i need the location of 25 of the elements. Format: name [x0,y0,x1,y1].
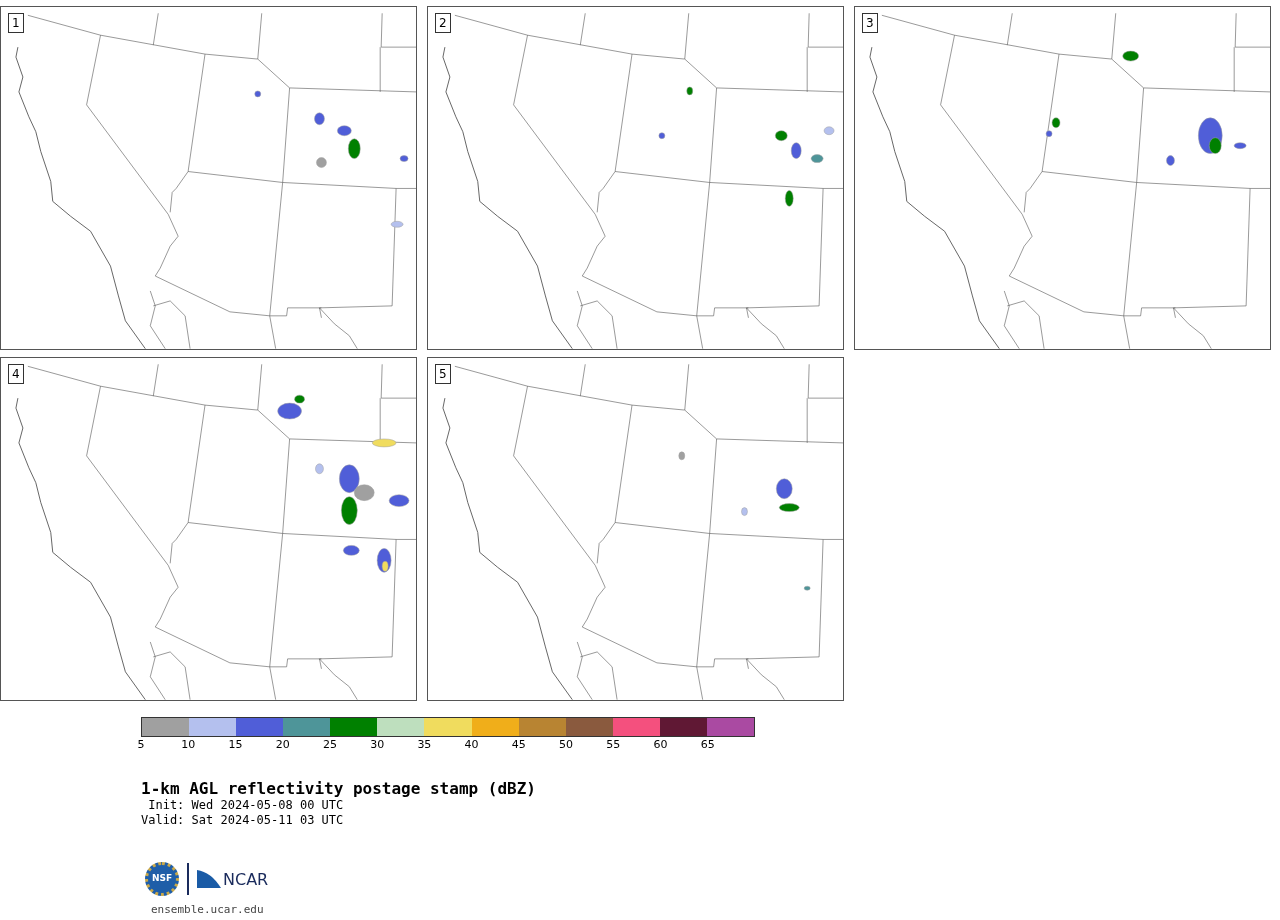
panel-number: 5 [435,364,451,384]
colorbar-tick-label: 30 [370,739,385,751]
panel-number: 3 [862,13,878,33]
colorbar-tick-label: 35 [417,739,432,751]
colorbar-tick-label: 20 [275,739,290,751]
colorbar-tick-label: 45 [511,739,526,751]
colorbar-tick-label: 40 [464,739,479,751]
colorbar-tick-label: 55 [606,739,621,751]
colorbar-tick-label: 60 [653,739,668,751]
colorbar-tick-label: 15 [228,739,243,751]
init-time: Init: Wed 2024-05-08 00 UTC [147,798,345,813]
panel-number: 4 [8,364,24,384]
valid-time: Valid: Sat 2024-05-11 03 UTC [141,813,345,828]
footer-url: ensemble.ucar.edu [151,902,265,918]
colorbar-tick-label: 25 [322,739,337,751]
colorbar-tick-label: 5 [137,739,145,751]
panel-number: 1 [8,13,24,33]
ncar-logo: NCAR [197,870,269,888]
colorbar-tick-label: 50 [559,739,574,751]
colorbar-tick-label: 10 [181,739,196,751]
figure-title: 1-km AGL reflectivity postage stamp (dBZ) [141,780,537,798]
panel-number: 2 [435,13,451,33]
colorbar-tick-label: 65 [700,739,715,751]
swoosh-icon [197,870,221,888]
nsf-logo: NSF [145,862,179,896]
